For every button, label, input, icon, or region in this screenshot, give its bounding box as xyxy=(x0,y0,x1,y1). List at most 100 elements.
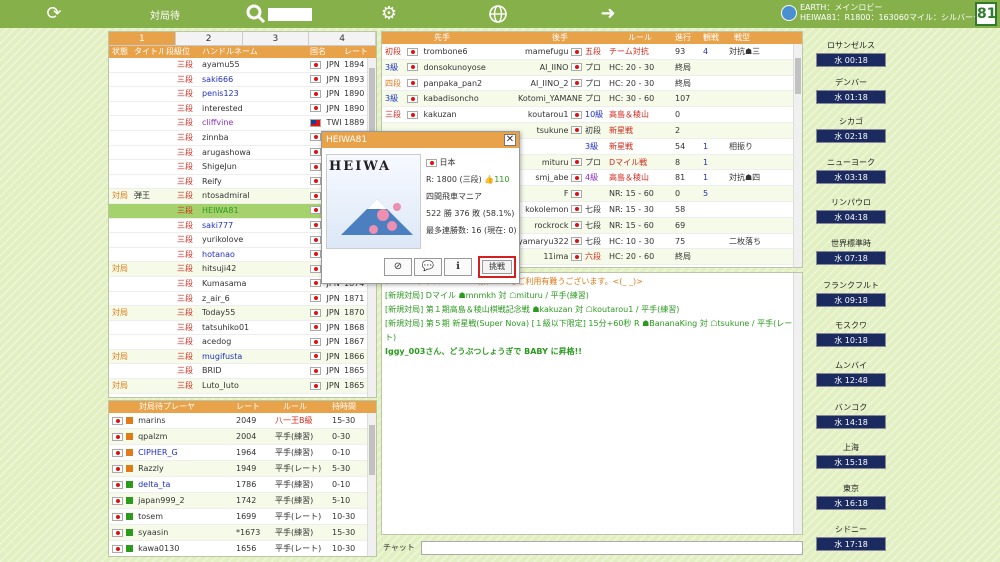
waiting-row[interactable]: qpalzm 2004 平手(練習) 0-30 xyxy=(109,429,376,445)
game-row[interactable]: 3級 donsokunoyose AI_IINO プロ HC: 20 - 30 終局 xyxy=(382,59,802,76)
search-icon[interactable] xyxy=(246,4,266,24)
user-handle[interactable]: z_air_6 xyxy=(199,292,307,306)
search-input[interactable] xyxy=(268,8,312,21)
user-row[interactable]: 三段 ayamu55 JPN 1894 xyxy=(109,58,376,73)
user-row[interactable]: 三段 interested JPN 1890 xyxy=(109,102,376,117)
gote-name[interactable]: mituru xyxy=(539,158,569,167)
gote-name[interactable]: 11ima xyxy=(540,252,568,261)
user-row[interactable]: 対局 三段 Today55 JPN 1870 xyxy=(109,306,376,321)
gote-name[interactable]: kokolemon xyxy=(522,205,568,214)
tab-4[interactable]: 4 xyxy=(309,32,376,46)
close-icon[interactable]: ✕ xyxy=(504,134,516,146)
user-handle[interactable]: mugifusta xyxy=(199,350,307,364)
user-row[interactable]: 三段 acedog JPN 1867 xyxy=(109,335,376,350)
sente-name[interactable]: kakuzan xyxy=(421,110,457,119)
col-waiting-rule[interactable]: ルール xyxy=(265,401,329,413)
chat-input[interactable] xyxy=(421,541,803,555)
col-waiting-player[interactable]: 対局待プレーヤ xyxy=(109,401,233,413)
waiting-player-name[interactable]: delta_ta xyxy=(135,480,170,489)
user-handle[interactable]: interested xyxy=(199,102,307,116)
chat-scrollbar[interactable] xyxy=(793,273,802,534)
user-handle[interactable]: penis123 xyxy=(199,87,307,101)
waiting-row[interactable]: tosem 1699 平手(レート) 10-30 xyxy=(109,509,376,525)
user-handle[interactable]: BRID xyxy=(199,364,307,378)
user-handle[interactable]: arugashowa xyxy=(199,146,307,160)
user-row[interactable]: 三段 z_air_6 JPN 1871 xyxy=(109,292,376,307)
user-handle[interactable]: hotanao xyxy=(199,248,307,262)
col-moves[interactable]: 進行 xyxy=(672,32,700,44)
game-list-scrollbar[interactable] xyxy=(793,44,802,267)
waiting-list-scrollbar[interactable] xyxy=(367,413,376,556)
game-row[interactable]: 3級 kabadisoncho Kotomi_YAMANE プロ HC: 30 - … xyxy=(382,91,802,108)
gear-icon[interactable]: ⚙ xyxy=(379,4,399,24)
gote-name[interactable]: smj_abe xyxy=(532,173,568,182)
user-handle[interactable]: ayamu55 xyxy=(199,58,307,72)
user-row[interactable]: 対局 三段 mugifusta JPN 1866 xyxy=(109,349,376,365)
user-row[interactable]: 対局 三段 Luto_Iuto JPN 1865 xyxy=(109,379,376,394)
waiting-player-name[interactable]: marins xyxy=(135,416,165,425)
gote-name[interactable]: AI_IINO_2 xyxy=(528,79,569,88)
col-waiting-time[interactable]: 持時間 xyxy=(329,401,369,413)
user-handle[interactable]: tatsuhiko01 xyxy=(199,321,307,335)
col-status[interactable]: 状態 xyxy=(109,46,131,58)
user-handle[interactable]: Today55 xyxy=(199,306,307,320)
waiting-player-name[interactable]: Razzly xyxy=(135,464,164,473)
waiting-row[interactable]: japan999_2 1742 平手(練習) 5-10 xyxy=(109,493,376,509)
user-row[interactable]: 三段 saki666 JPN 1893 xyxy=(109,73,376,88)
col-gote[interactable]: 後手 xyxy=(512,32,606,44)
waiting-row[interactable]: Razzly 1949 平手(レート) 5-30 xyxy=(109,461,376,477)
col-handle[interactable]: ハンドルネーム xyxy=(199,46,307,58)
col-waiting-rate[interactable]: レート xyxy=(233,401,265,413)
gote-name[interactable]: tsukune xyxy=(534,126,569,135)
challenge-button[interactable]: 挑戦 xyxy=(482,260,512,274)
col-sente[interactable]: 先手 xyxy=(382,32,512,44)
col-style[interactable]: 戦型 xyxy=(726,32,770,44)
waiting-player-name[interactable]: tosem xyxy=(135,512,163,521)
waiting-row[interactable]: marins 2049 八一王B級 15-30 xyxy=(109,413,376,429)
user-handle[interactable]: ntosadmiral xyxy=(199,189,307,203)
waiting-player-name[interactable]: japan999_2 xyxy=(135,496,185,505)
logout-icon[interactable]: ➜ xyxy=(598,4,618,24)
globe-icon[interactable] xyxy=(488,4,508,24)
waiting-row[interactable]: CIPHER_G 1964 平手(練習) 0-10 xyxy=(109,445,376,461)
user-row[interactable]: 三段 cliffvine TWN1889 xyxy=(109,116,376,131)
sente-name[interactable]: kabadisoncho xyxy=(421,94,479,103)
gote-name[interactable]: koutarou1 xyxy=(525,110,569,119)
user-row[interactable]: 三段 penis123 JPN 1890 xyxy=(109,87,376,102)
user-handle[interactable]: hitsuji42 xyxy=(199,262,307,276)
tab-1[interactable]: 1 xyxy=(109,32,176,46)
waiting-player-name[interactable]: syaasin xyxy=(135,528,168,537)
gote-name[interactable]: Kotomi_YAMANE xyxy=(515,94,582,103)
waiting-player-name[interactable]: kawa0130 xyxy=(135,544,179,553)
message-icon[interactable]: 💬 xyxy=(414,258,442,276)
waiting-row[interactable]: delta_ta 1786 平手(練習) 0-10 xyxy=(109,477,376,493)
waiting-player-name[interactable]: CIPHER_G xyxy=(135,448,178,457)
col-rank[interactable]: 段級位 xyxy=(163,46,199,58)
waiting-row[interactable]: kawa0130 1656 平手(レート) 10-30 xyxy=(109,541,376,556)
like-icon[interactable]: 👍 xyxy=(484,175,494,184)
game-row[interactable]: 三段 kakuzan koutarou1 10級 高島＆稜山 0 xyxy=(382,107,802,123)
user-handle[interactable]: Luto_Iuto xyxy=(199,379,307,393)
tab-2[interactable]: 2 xyxy=(175,32,243,46)
refresh-icon[interactable]: ⟳ xyxy=(44,4,64,24)
col-title[interactable]: タイトル xyxy=(131,46,163,58)
col-country[interactable]: 国名 xyxy=(307,46,341,58)
block-icon[interactable]: ⊘ xyxy=(384,258,412,276)
gote-name[interactable]: yamaryu322 xyxy=(515,237,569,246)
col-watchers[interactable]: 観戦 xyxy=(700,32,726,44)
user-handle[interactable]: cliffvine xyxy=(199,116,307,130)
info-icon[interactable]: ℹ xyxy=(444,258,472,276)
user-handle[interactable]: acedog xyxy=(199,335,307,349)
user-handle[interactable]: Kumasama xyxy=(199,277,307,291)
col-rate[interactable]: レート xyxy=(341,46,369,58)
gote-name[interactable]: F xyxy=(561,189,569,198)
gote-name[interactable]: AI_IINO xyxy=(537,63,569,72)
sente-name[interactable]: trombone6 xyxy=(421,47,468,56)
user-row[interactable]: 三段 BRID JPN 1865 xyxy=(109,364,376,380)
sente-name[interactable]: donsokunoyose xyxy=(421,63,486,72)
waiting-row[interactable]: syaasin *1673 平手(練習) 15-30 xyxy=(109,525,376,541)
user-handle[interactable]: yurikolove xyxy=(199,233,307,247)
gote-name[interactable]: mamefugu xyxy=(522,47,568,56)
col-rule[interactable]: ルール xyxy=(606,32,672,44)
user-handle[interactable]: HEIWA81 xyxy=(199,204,307,218)
